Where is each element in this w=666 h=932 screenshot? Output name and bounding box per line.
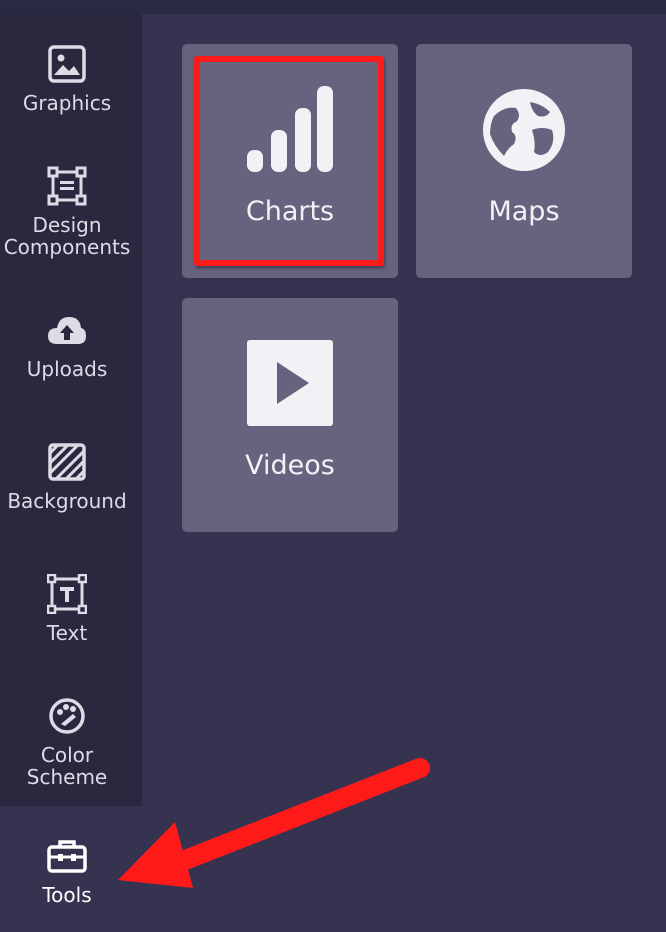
sidebar-item-text[interactable]: Text <box>0 574 134 644</box>
sidebar-item-graphics[interactable]: Graphics <box>0 44 134 114</box>
bar-chart-icon <box>182 84 398 174</box>
cloud-upload-icon <box>47 310 87 350</box>
play-icon <box>182 340 398 426</box>
sidebar-item-uploads[interactable]: Uploads <box>0 310 134 380</box>
tile-label: Maps <box>488 196 560 227</box>
background-pattern-icon <box>47 442 87 482</box>
maps-tile[interactable]: Maps <box>416 44 632 278</box>
tile-label: Charts <box>245 196 335 227</box>
sidebar-item-label: Color Scheme <box>26 743 108 789</box>
tile-label: Videos <box>245 450 335 481</box>
sidebar-item-label: Graphics <box>22 91 112 115</box>
sidebar-item-label: Text <box>46 621 88 645</box>
sidebar-item-label: Background <box>7 489 127 513</box>
videos-tile[interactable]: Videos <box>182 298 398 532</box>
sidebar-item-tools[interactable]: Tools <box>0 836 134 906</box>
sidebar: Graphics Design Components Uploads Backg… <box>0 14 142 806</box>
sidebar-item-color-scheme[interactable]: Color Scheme <box>0 696 134 788</box>
sidebar-item-label: Uploads <box>26 357 108 381</box>
image-icon <box>47 44 87 84</box>
components-icon <box>47 166 87 206</box>
sidebar-item-design-components[interactable]: Design Components <box>0 166 134 258</box>
sidebar-item-background[interactable]: Background <box>0 442 134 512</box>
palette-icon <box>47 696 87 736</box>
text-icon <box>47 574 87 614</box>
toolbox-icon <box>47 836 87 876</box>
charts-tile[interactable]: Charts <box>182 44 398 278</box>
sidebar-item-label: Tools <box>42 883 92 907</box>
top-bar <box>0 0 666 14</box>
sidebar-item-label: Design Components <box>3 213 131 259</box>
globe-icon <box>416 86 632 174</box>
